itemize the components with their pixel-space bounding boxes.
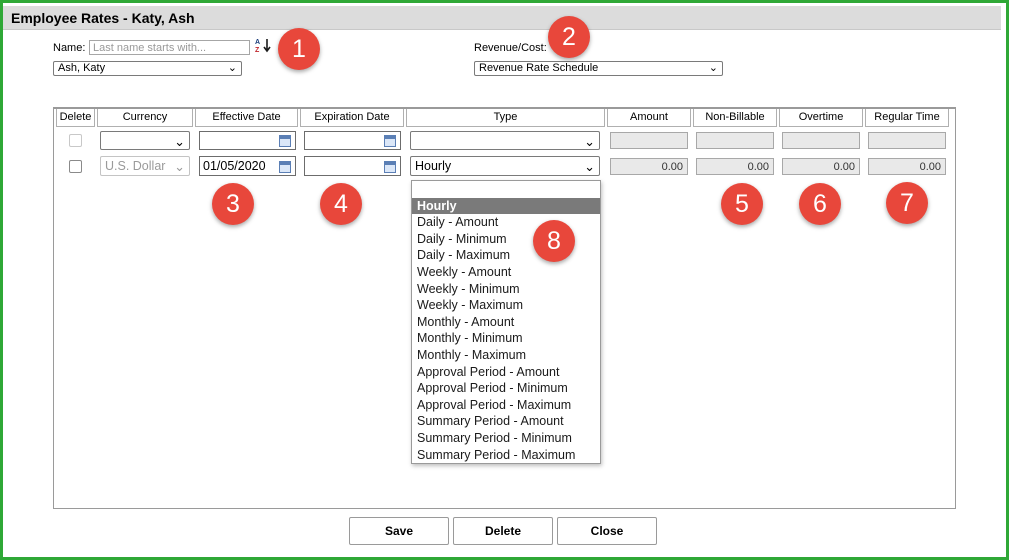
row2-currency-select[interactable]: U.S. Dollar ⌄ xyxy=(100,156,190,176)
svg-text:A: A xyxy=(255,39,260,46)
header-type: Type xyxy=(406,109,605,127)
calendar-icon[interactable] xyxy=(279,161,291,173)
sort-az-icon[interactable]: A Z xyxy=(255,37,271,54)
window-title: Employee Rates - Katy, Ash xyxy=(11,10,195,26)
delete-button[interactable]: Delete xyxy=(453,517,553,545)
row1-overtime-field xyxy=(782,132,860,149)
close-button[interactable]: Close xyxy=(557,517,657,545)
row2-currency-value: U.S. Dollar xyxy=(105,159,166,173)
row2-overtime-field[interactable]: 0.00 xyxy=(782,158,860,175)
header-non-billable: Non-Billable xyxy=(693,109,777,127)
callout-badge-4: 4 xyxy=(320,183,362,225)
type-option-monthly-amount[interactable]: Monthly - Amount xyxy=(412,314,600,330)
type-option-approval-period-amount[interactable]: Approval Period - Amount xyxy=(412,364,600,380)
chevron-down-icon: ⌄ xyxy=(227,62,237,74)
row2-amount-field: 0.00 xyxy=(610,158,688,175)
row1-regular-time-field xyxy=(868,132,946,149)
chevron-down-icon: ⌄ xyxy=(174,159,185,174)
employee-select-value: Ash, Katy xyxy=(58,62,106,74)
calendar-icon[interactable] xyxy=(384,161,396,173)
type-option-daily-amount[interactable]: Daily - Amount xyxy=(412,214,600,230)
svg-text:Z: Z xyxy=(255,47,260,53)
employee-select[interactable]: Ash, Katy ⌄ xyxy=(53,61,242,76)
chevron-down-icon: ⌄ xyxy=(708,62,718,74)
row2-type-select[interactable]: Hourly ⌄ xyxy=(410,156,600,176)
row2-regular-time-field[interactable]: 0.00 xyxy=(868,158,946,175)
header-overtime: Overtime xyxy=(779,109,863,127)
callout-badge-7: 7 xyxy=(886,182,928,224)
type-option-hourly[interactable]: Hourly xyxy=(412,198,600,214)
chevron-down-icon: ⌄ xyxy=(174,134,185,149)
row1-amount-field xyxy=(610,132,688,149)
name-label: Name: xyxy=(53,42,86,54)
type-option-blank[interactable] xyxy=(412,182,600,198)
header-currency: Currency xyxy=(97,109,193,127)
title-bar: Employee Rates - Katy, Ash xyxy=(3,6,1001,30)
type-option-summary-period-minimum[interactable]: Summary Period - Minimum xyxy=(412,430,600,446)
type-option-weekly-minimum[interactable]: Weekly - Minimum xyxy=(412,281,600,297)
callout-badge-6: 6 xyxy=(799,183,841,225)
revenue-cost-label: Revenue/Cost: xyxy=(474,42,547,54)
calendar-icon[interactable] xyxy=(384,135,396,147)
type-option-weekly-amount[interactable]: Weekly - Amount xyxy=(412,264,600,280)
calendar-icon[interactable] xyxy=(279,135,291,147)
row2-effective-date-value: 01/05/2020 xyxy=(203,159,266,173)
header-delete: Delete xyxy=(56,109,95,127)
header-regular-time: Regular Time xyxy=(865,109,949,127)
header-amount: Amount xyxy=(607,109,691,127)
type-option-summary-period-maximum[interactable]: Summary Period - Maximum xyxy=(412,447,600,463)
type-option-monthly-minimum[interactable]: Monthly - Minimum xyxy=(412,330,600,346)
callout-badge-3: 3 xyxy=(212,183,254,225)
name-search-input[interactable]: Last name starts with... xyxy=(89,40,250,55)
row2-non-billable-field[interactable]: 0.00 xyxy=(696,158,774,175)
row1-delete-checkbox[interactable] xyxy=(69,134,82,147)
callout-badge-1: 1 xyxy=(278,28,320,70)
header-effective-date: Effective Date xyxy=(195,109,298,127)
row1-non-billable-field xyxy=(696,132,774,149)
revenue-cost-select[interactable]: Revenue Rate Schedule ⌄ xyxy=(474,61,723,76)
row1-type-select[interactable]: ⌄ xyxy=(410,131,600,150)
callout-badge-8: 8 xyxy=(533,220,575,262)
type-option-approval-period-maximum[interactable]: Approval Period - Maximum xyxy=(412,397,600,413)
callout-badge-2: 2 xyxy=(548,16,590,58)
type-option-summary-period-amount[interactable]: Summary Period - Amount xyxy=(412,413,600,429)
row1-currency-select[interactable]: ⌄ xyxy=(100,131,190,150)
chevron-down-icon: ⌄ xyxy=(584,134,595,149)
name-search-placeholder: Last name starts with... xyxy=(93,42,207,54)
revenue-cost-select-value: Revenue Rate Schedule xyxy=(479,62,599,74)
type-dropdown-list[interactable]: Hourly Daily - Amount Daily - Minimum Da… xyxy=(411,180,601,464)
callout-badge-5: 5 xyxy=(721,183,763,225)
type-option-approval-period-minimum[interactable]: Approval Period - Minimum xyxy=(412,380,600,396)
row2-type-value: Hourly xyxy=(415,159,452,173)
type-option-weekly-maximum[interactable]: Weekly - Maximum xyxy=(412,297,600,313)
header-expiration-date: Expiration Date xyxy=(300,109,404,127)
row2-delete-checkbox[interactable] xyxy=(69,160,82,173)
save-button[interactable]: Save xyxy=(349,517,449,545)
chevron-down-icon: ⌄ xyxy=(584,159,595,174)
type-option-monthly-maximum[interactable]: Monthly - Maximum xyxy=(412,347,600,363)
